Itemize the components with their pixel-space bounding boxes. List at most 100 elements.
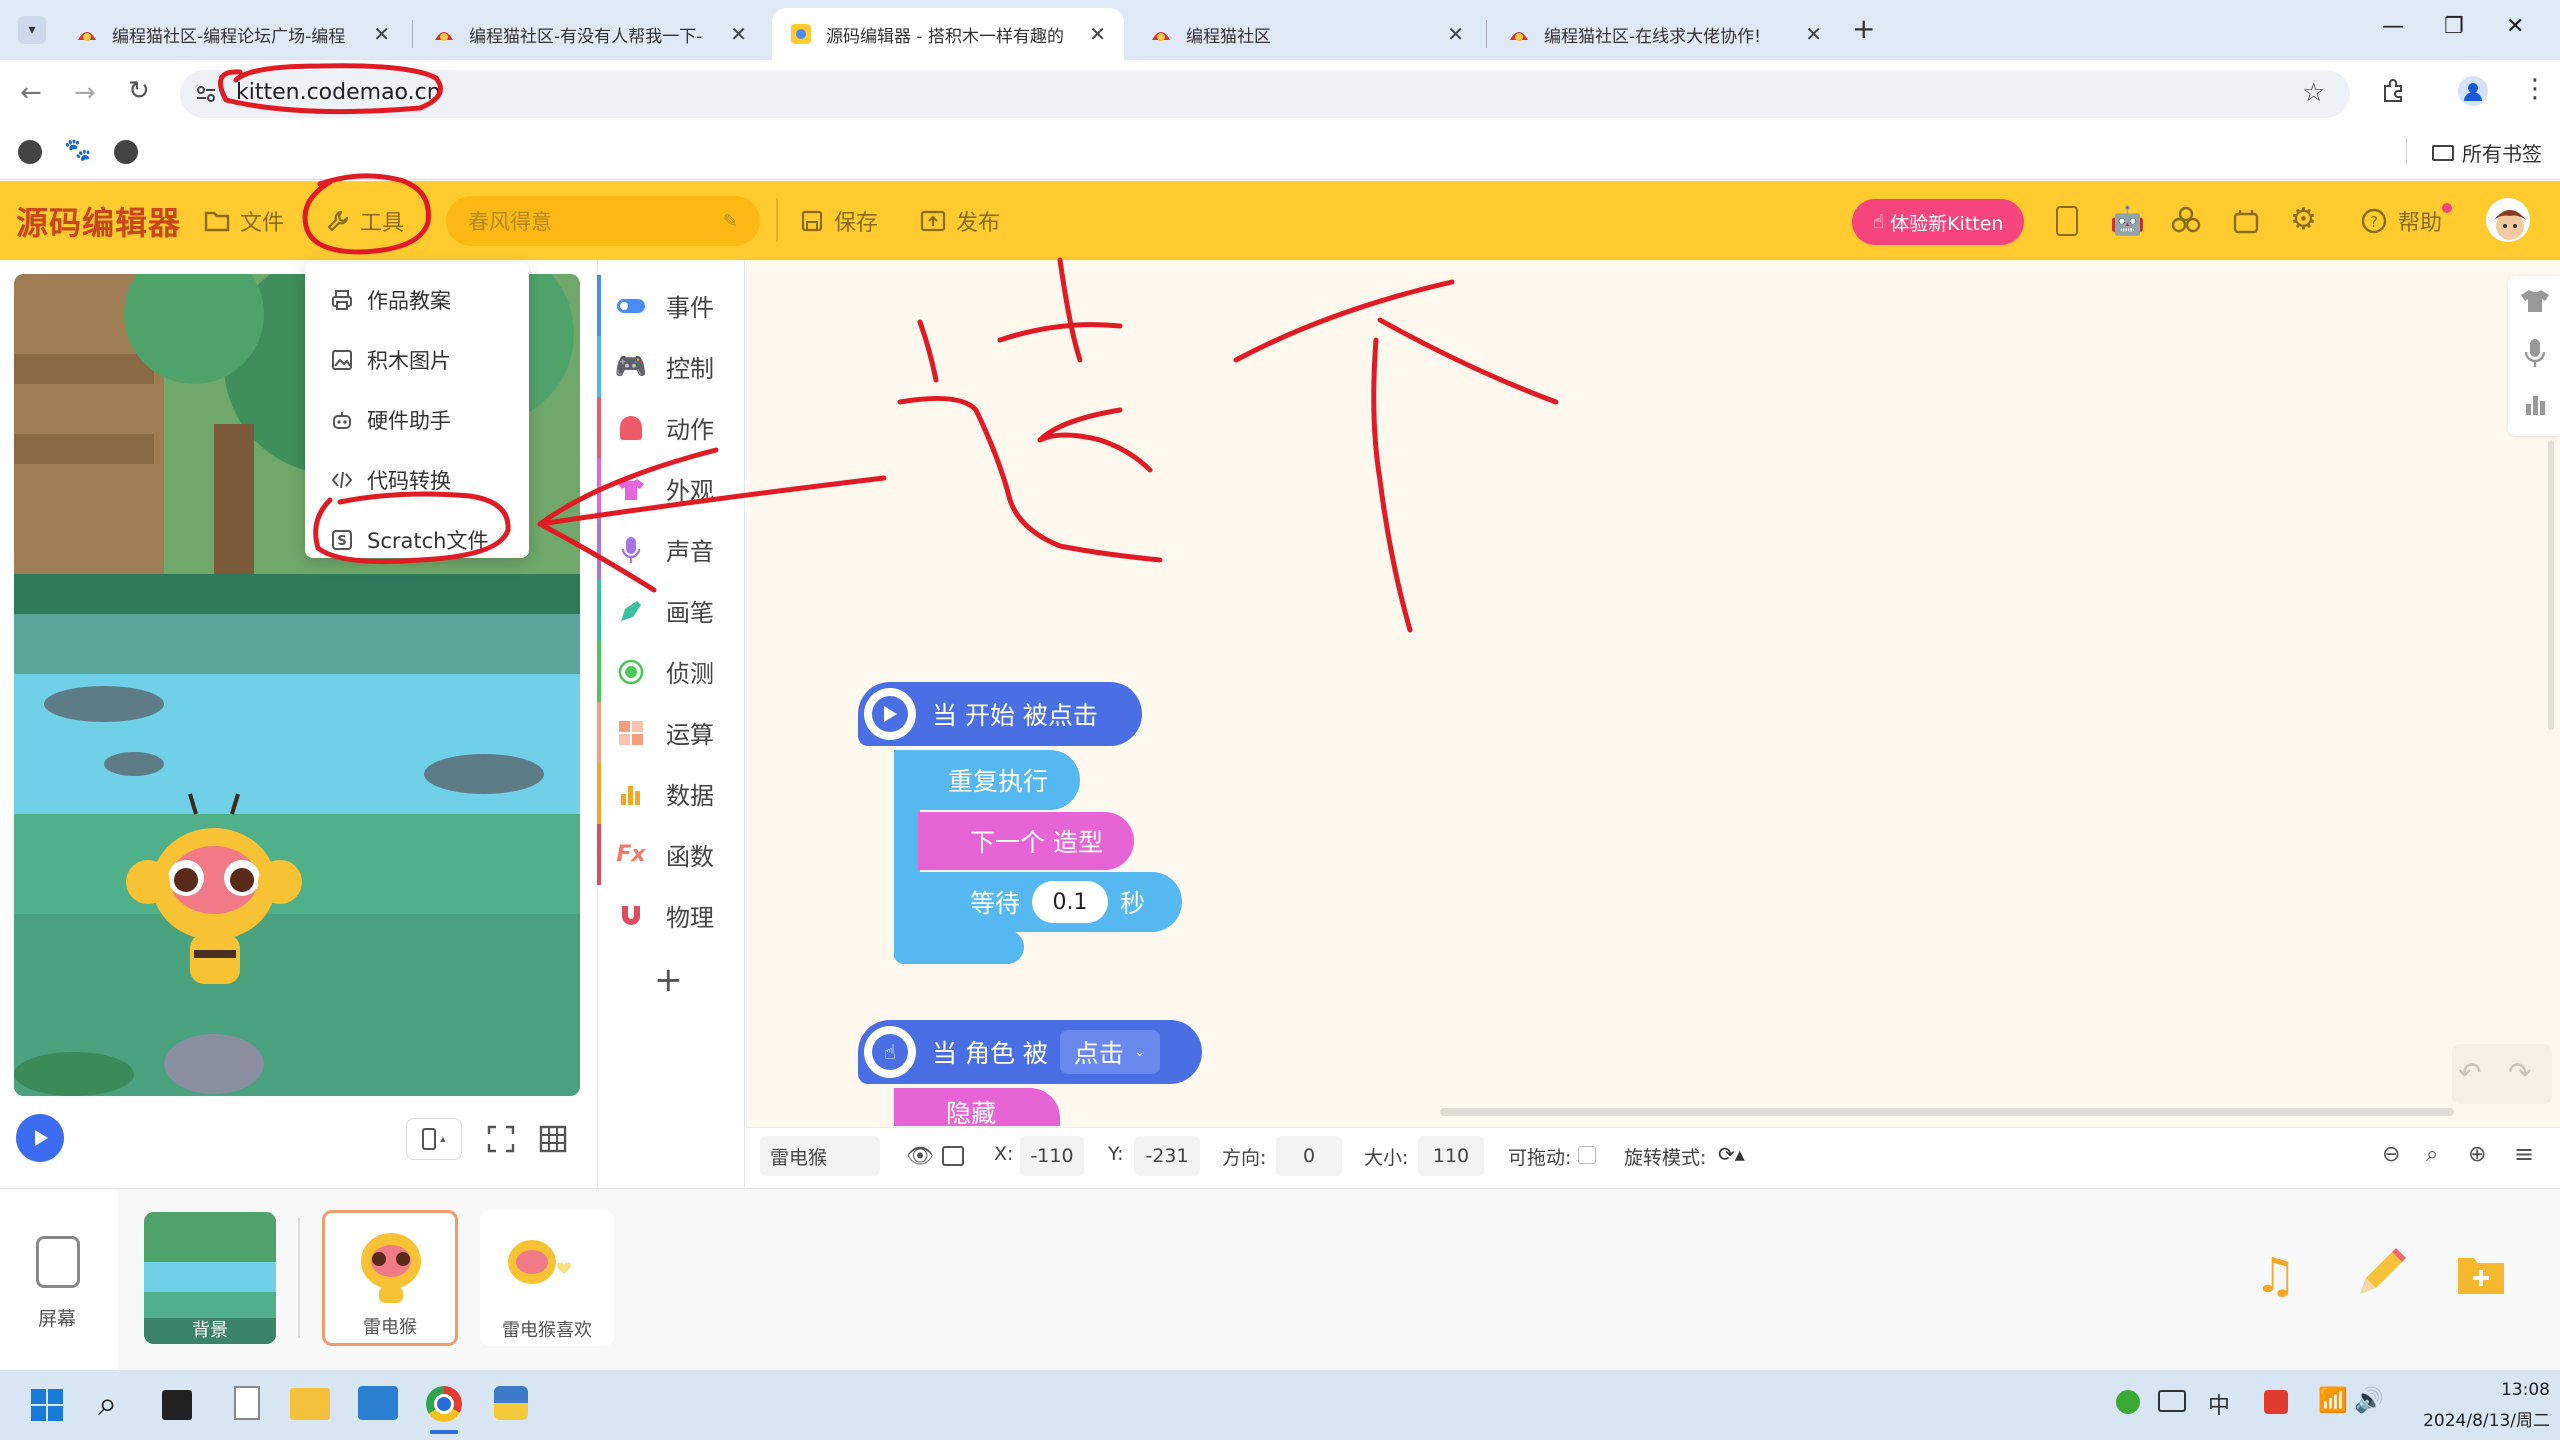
control-panel-icon[interactable] — [358, 1386, 398, 1420]
file-explorer-icon[interactable] — [290, 1388, 330, 1420]
menu-item-code-convert[interactable]: 代码转换 — [305, 450, 529, 510]
wait-block[interactable]: 等待 0.1 秒 — [918, 872, 1182, 932]
add-folder-icon[interactable] — [2456, 1252, 2506, 1296]
when-sprite-clicked-block[interactable]: ☝ 当 角色 被 点击 ⌄ — [858, 1020, 1202, 1084]
menu-item-block-image[interactable]: 积木图片 — [305, 330, 529, 390]
sound-microphone-icon[interactable] — [2524, 338, 2546, 368]
settings-gear-icon[interactable]: ⚙ — [2290, 202, 2317, 237]
all-bookmarks-button[interactable]: 所有书签 — [2432, 138, 2542, 167]
publish-button[interactable]: 发布 — [920, 205, 1000, 237]
costume-shirt-icon[interactable] — [2520, 288, 2550, 314]
volume-icon[interactable]: 🔊 — [2354, 1386, 2384, 1414]
community-icon[interactable] — [2170, 204, 2202, 236]
zoom-in-icon[interactable]: ⊕ — [2468, 1142, 2486, 1167]
close-tab-icon[interactable]: ✕ — [730, 22, 747, 46]
gift-box-icon[interactable] — [2230, 204, 2262, 236]
user-avatar[interactable] — [2486, 198, 2530, 242]
pencil-paint-icon[interactable] — [2352, 1246, 2408, 1302]
python-icon[interactable] — [494, 1386, 528, 1420]
category-functions[interactable]: Fx 函数 — [598, 824, 746, 885]
draggable-checkbox[interactable] — [1578, 1146, 1596, 1164]
device-icon[interactable] — [2056, 206, 2078, 236]
visibility-eye-icon[interactable]: 👁 — [906, 1144, 934, 1169]
clock-time[interactable]: 13:08 — [2460, 1380, 2550, 1400]
grid-icon[interactable] — [538, 1124, 568, 1154]
category-motion[interactable]: 动作 — [598, 397, 746, 458]
category-sound[interactable]: 声音 — [598, 519, 746, 580]
browser-menu-icon[interactable]: ⋮ — [2522, 74, 2548, 104]
direction-input[interactable]: 0 — [1276, 1136, 1342, 1176]
zoom-reset-icon[interactable]: ⌕ — [2426, 1142, 2438, 1167]
browser-tab-5[interactable]: 编程猫社区-在线求大佬协作! ✕ — [1490, 8, 1840, 60]
when-start-clicked-block[interactable]: 当 开始 被点击 — [858, 682, 1142, 746]
size-input[interactable]: 110 — [1418, 1136, 1484, 1176]
x-input[interactable]: -110 — [1020, 1136, 1084, 1176]
ime-indicator[interactable]: 中 — [2208, 1388, 2230, 1420]
task-view-icon[interactable] — [162, 1390, 192, 1420]
site-info-icon[interactable] — [194, 82, 218, 106]
keyboard-icon[interactable] — [2158, 1390, 2186, 1412]
globe-bookmark-icon[interactable] — [18, 140, 42, 164]
category-event[interactable]: 事件 — [598, 275, 746, 336]
url-text[interactable]: kitten.codemao.cn — [236, 80, 441, 105]
close-window-icon[interactable]: ✕ — [2506, 14, 2524, 39]
save-button[interactable]: 保存 — [800, 205, 878, 237]
workspace-menu-icon[interactable]: ≡ — [2514, 1140, 2534, 1168]
app-logo[interactable]: 源码编辑器 — [16, 198, 181, 244]
bookmark-star-icon[interactable]: ☆ — [2302, 78, 2325, 108]
menu-item-scratch-file[interactable]: S Scratch文件 — [305, 510, 529, 570]
sprite-name-input[interactable]: 雷电猴 — [760, 1136, 880, 1176]
back-icon[interactable]: ← — [20, 78, 42, 108]
file-menu-button[interactable]: 文件 — [204, 205, 284, 237]
reload-icon[interactable]: ↻ — [128, 76, 150, 106]
menu-item-project-lesson[interactable]: 作品教案 — [305, 270, 529, 330]
lock-icon[interactable] — [942, 1146, 964, 1166]
close-tab-icon[interactable]: ✕ — [1805, 22, 1822, 46]
new-tab-button[interactable]: + — [1852, 12, 1875, 45]
forever-block[interactable]: 重复执行 — [894, 750, 1080, 810]
help-button[interactable]: ? 帮助 — [2360, 205, 2442, 237]
tray-item-sprite-active[interactable]: 雷电猴 — [322, 1210, 458, 1346]
vertical-scrollbar[interactable] — [2548, 440, 2554, 730]
undo-icon[interactable]: ↶ — [2458, 1056, 2481, 1089]
minimize-icon[interactable]: — — [2382, 14, 2404, 39]
restore-icon[interactable]: ❐ — [2444, 14, 2464, 39]
close-tab-icon[interactable]: ✕ — [373, 22, 390, 46]
next-costume-block[interactable]: 下一个 造型 — [918, 812, 1134, 870]
close-tab-icon[interactable]: ✕ — [1447, 22, 1464, 46]
category-pen[interactable]: 画笔 — [598, 580, 746, 641]
category-sensing[interactable]: 侦测 — [598, 641, 746, 702]
tab-search-button[interactable]: ▾ — [18, 16, 46, 44]
horizontal-scrollbar[interactable] — [1440, 1108, 2454, 1116]
zoom-out-icon[interactable]: ⊖ — [2382, 1142, 2400, 1167]
music-note-icon[interactable]: ♫ — [2254, 1248, 2297, 1304]
windows-start-icon[interactable] — [30, 1388, 64, 1422]
browser-tab-3-active[interactable]: 源码编辑器 - 搭积木一样有趣的 ✕ — [772, 8, 1124, 60]
close-tab-icon[interactable]: ✕ — [1089, 22, 1106, 46]
address-bar[interactable] — [180, 70, 2350, 118]
rotation-mode-dropdown[interactable]: ⟳▴ — [1718, 1142, 1745, 1166]
category-data[interactable]: 数据 — [598, 763, 746, 824]
robot-icon[interactable]: 🤖 — [2110, 204, 2145, 237]
tray-app-icon[interactable] — [2116, 1390, 2140, 1414]
browser-tab-1[interactable]: 编程猫社区-编程论坛广场-编程 ✕ — [58, 8, 408, 60]
fullscreen-icon[interactable] — [486, 1124, 516, 1154]
hide-block[interactable]: 隐藏 — [894, 1088, 1060, 1128]
y-input[interactable]: -231 — [1134, 1136, 1200, 1176]
project-name-input[interactable]: 春风得意 ✎ — [446, 196, 760, 246]
redo-icon[interactable]: ↷ — [2508, 1056, 2531, 1089]
category-operators[interactable]: 运算 — [598, 702, 746, 763]
browser-tab-4[interactable]: 编程猫社区 ✕ — [1132, 8, 1482, 60]
tray-item-sprite-2[interactable]: 雷电猴喜欢 — [480, 1210, 614, 1346]
wait-seconds-input[interactable]: 0.1 — [1032, 881, 1109, 923]
forward-icon[interactable]: → — [74, 78, 96, 108]
data-chart-icon[interactable] — [2524, 392, 2548, 416]
category-physics[interactable]: 物理 — [598, 885, 746, 946]
category-control[interactable]: 🎮 控制 — [598, 336, 746, 397]
click-type-dropdown[interactable]: 点击 ⌄ — [1059, 1030, 1160, 1074]
clock-date[interactable]: 2024/8/13/周二 — [2400, 1406, 2550, 1431]
wps-icon[interactable] — [2264, 1390, 2288, 1414]
file-icon[interactable] — [234, 1386, 260, 1420]
tray-item-background[interactable]: 背景 — [144, 1212, 276, 1344]
menu-item-hardware-assistant[interactable]: 硬件助手 — [305, 390, 529, 450]
